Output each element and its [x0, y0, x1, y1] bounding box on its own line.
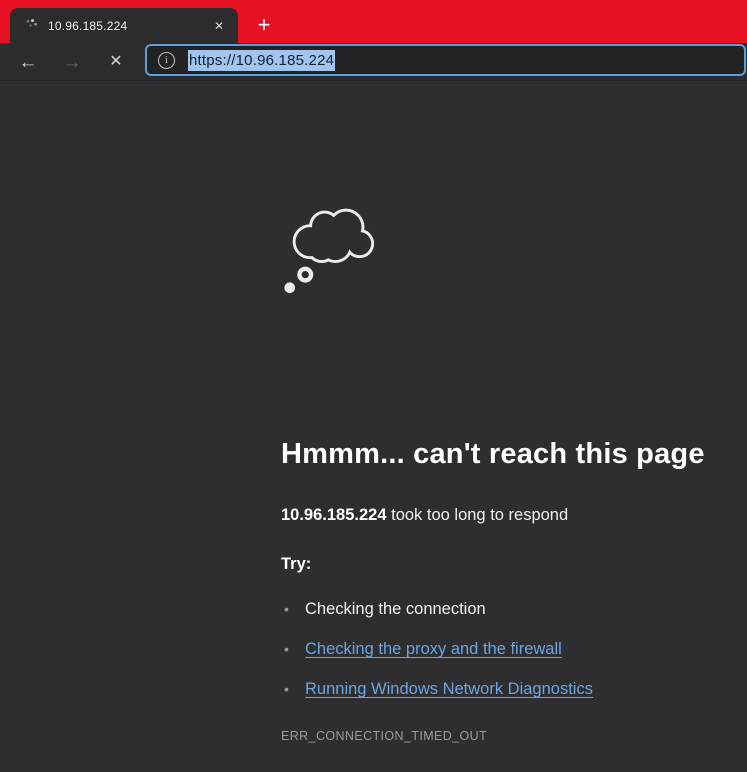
tab-title: 10.96.185.224 [48, 19, 208, 33]
forward-button-disabled: → [54, 46, 90, 78]
thought-bubble-outline-dot [299, 269, 311, 281]
navigation-bar: ← → ✕ i https://10.96.185.224 [0, 43, 747, 81]
suggestion-list: Checking the connection Checking the pro… [281, 599, 593, 719]
error-host: 10.96.185.224 [281, 506, 387, 524]
stop-button[interactable]: ✕ [98, 46, 134, 78]
address-bar[interactable]: i https://10.96.185.224 [145, 44, 746, 76]
suggestion-item: Running Windows Network Diagnostics [281, 679, 593, 699]
error-subtitle-rest: took too long to respond [387, 506, 569, 524]
browser-tab[interactable]: 10.96.185.224 ✕ [10, 8, 238, 43]
thought-bubble-filled-dot [284, 282, 295, 293]
back-button[interactable]: ← [10, 46, 46, 78]
try-label: Try: [281, 555, 311, 574]
tab-loading-spinner-icon [23, 18, 39, 34]
url-selected-text: https://10.96.185.224 [188, 50, 335, 71]
url-input[interactable]: https://10.96.185.224 [188, 52, 335, 69]
new-tab-button[interactable]: + [250, 11, 278, 39]
error-page: Hmmm... can't reach this page 10.96.185.… [0, 81, 747, 772]
network-diagnostics-link[interactable]: Running Windows Network Diagnostics [305, 680, 593, 698]
thought-cloud-icon [281, 197, 378, 297]
error-subtitle: 10.96.185.224 took too long to respond [281, 506, 568, 525]
site-info-icon[interactable]: i [158, 52, 175, 69]
proxy-firewall-link[interactable]: Checking the proxy and the firewall [305, 640, 562, 658]
error-code: ERR_CONNECTION_TIMED_OUT [281, 729, 487, 743]
error-title: Hmmm... can't reach this page [281, 438, 741, 471]
suggestion-item: Checking the connection [281, 599, 593, 619]
suggestion-item: Checking the proxy and the firewall [281, 639, 593, 659]
tab-bar: 10.96.185.224 ✕ + [0, 0, 747, 43]
suggestion-text: Checking the connection [305, 600, 486, 618]
nav-buttons: ← → ✕ [10, 43, 142, 81]
tab-close-icon[interactable]: ✕ [208, 15, 230, 37]
